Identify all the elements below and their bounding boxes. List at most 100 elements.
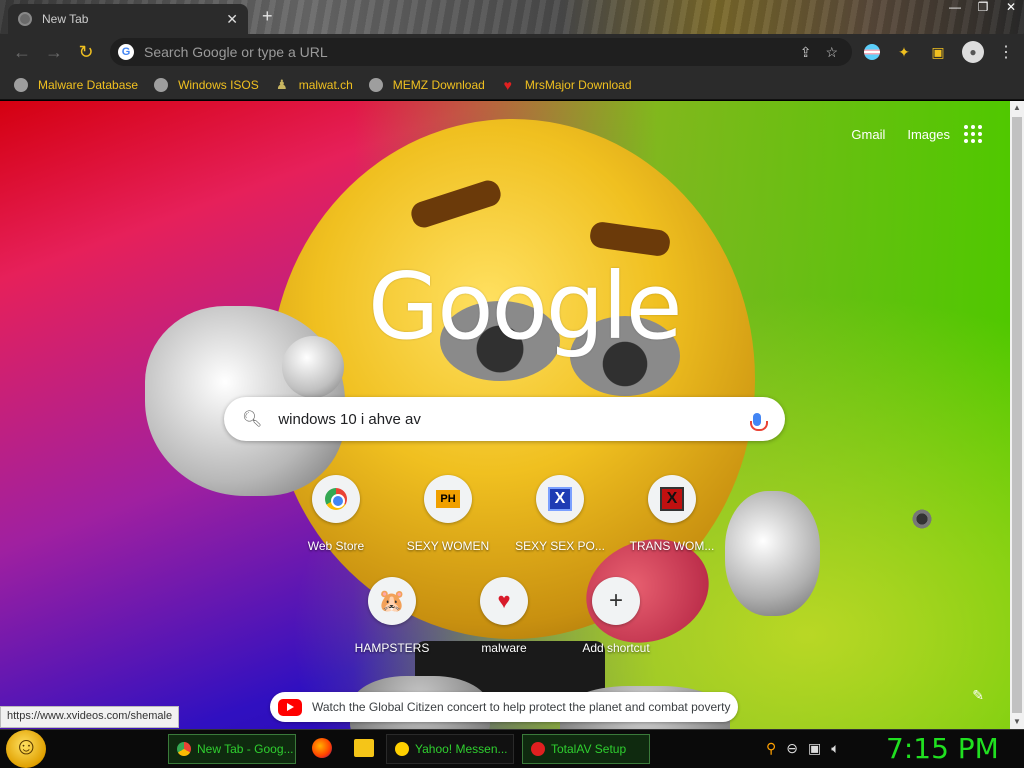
- status-url-bubble: https://www.xvideos.com/shemale: [0, 706, 180, 728]
- tab-close-icon[interactable]: ✕: [226, 11, 238, 28]
- ph-icon: PH: [436, 490, 460, 508]
- browser-toolbar: ← → ↻ G Search Google or type a URL ⇪ ☆ …: [0, 34, 1024, 70]
- add-shortcut-button[interactable]: + Add shortcut: [560, 577, 672, 655]
- shortcut-tile: 🐹: [368, 577, 416, 625]
- shortcut-label: Web Store: [307, 539, 365, 553]
- shortcuts-grid: Web Store PH SEXY WOMEN X SEXY SEX PO...…: [280, 475, 730, 679]
- promo-banner[interactable]: Watch the Global Citizen concert to help…: [270, 692, 738, 722]
- bookmark-label: Windows ISOS: [178, 77, 259, 92]
- shortcut-tile: +: [592, 577, 640, 625]
- omnibox-placeholder: Search Google or type a URL: [144, 44, 328, 60]
- shortcut-label: SEXY SEX PO...: [515, 539, 605, 553]
- firefox-icon[interactable]: [312, 738, 332, 758]
- new-tab-button[interactable]: +: [262, 6, 273, 27]
- search-box[interactable]: 🔍︎ windows 10 i ahve av: [224, 397, 785, 441]
- bookmark-malwatch[interactable]: ♟ malwat.ch: [275, 76, 353, 92]
- search-input[interactable]: windows 10 i ahve av: [278, 411, 747, 428]
- taskbar-button-chrome[interactable]: New Tab - Goog...: [168, 734, 296, 764]
- shortcut-sexy-women[interactable]: PH SEXY WOMEN: [392, 475, 504, 553]
- shortcut-trans-wom[interactable]: X TRANS WOM...: [616, 475, 728, 553]
- heart-icon: ♥: [497, 588, 511, 613]
- reload-button[interactable]: ↻: [72, 38, 100, 66]
- youtube-icon: [278, 698, 302, 716]
- shortcut-label: SEXY WOMEN: [406, 539, 490, 553]
- scrollbar-thumb[interactable]: [1012, 117, 1022, 713]
- system-tray: ⚲ ⊖ ▣ 🔈︎: [766, 740, 840, 757]
- scroll-down-icon[interactable]: ▼: [1010, 715, 1024, 729]
- customize-pencil-icon[interactable]: ✎: [972, 687, 984, 704]
- bookmark-memz-download[interactable]: MEMZ Download: [368, 77, 485, 92]
- maximize-button[interactable]: ❐: [976, 0, 990, 14]
- start-button[interactable]: [6, 730, 46, 768]
- bookmark-label: Malware Database: [38, 77, 139, 92]
- heart-icon: ♥: [503, 76, 512, 93]
- gmail-link[interactable]: Gmail: [851, 127, 885, 142]
- taskbar-clock[interactable]: 7:15 PM: [886, 732, 999, 765]
- taskbar-button-yahoo[interactable]: Yahoo! Messen...: [386, 734, 514, 764]
- yahoo-icon: [395, 742, 409, 756]
- shortcut-malware[interactable]: ♥ malware: [448, 577, 560, 655]
- hamster-icon: 🐹: [378, 588, 406, 613]
- bookmark-mrsmajor-download[interactable]: ♥ MrsMajor Download: [501, 76, 632, 93]
- bookmark-label: MEMZ Download: [392, 77, 485, 92]
- back-button[interactable]: ←: [8, 38, 36, 66]
- globe-icon: [14, 77, 28, 92]
- profile-avatar-icon[interactable]: ●: [962, 41, 984, 63]
- x-blue-icon: X: [548, 487, 572, 511]
- shortcut-tile: ♥: [480, 577, 528, 625]
- shortcut-hampsters[interactable]: 🐹 HAMPSTERS: [336, 577, 448, 655]
- shortcut-tile: X: [536, 475, 584, 523]
- page-scrollbar[interactable]: ▲ ▼: [1010, 101, 1024, 729]
- shortcut-web-store[interactable]: Web Store: [280, 475, 392, 553]
- shortcut-tile: PH: [424, 475, 472, 523]
- google-g-icon: G: [118, 44, 134, 60]
- background-character-glove-right: [725, 491, 820, 616]
- chrome-icon: [177, 742, 191, 756]
- forward-button[interactable]: →: [40, 38, 68, 66]
- bookmark-malware-database[interactable]: Malware Database: [14, 77, 139, 92]
- shortcut-label: TRANS WOM...: [629, 539, 715, 553]
- bookmark-label: MrsMajor Download: [524, 77, 632, 92]
- bookmark-star-icon[interactable]: ☆: [825, 44, 838, 61]
- images-link[interactable]: Images: [907, 127, 950, 142]
- close-window-button[interactable]: ✕: [1004, 0, 1018, 14]
- trans-flag-extension-icon[interactable]: [864, 44, 880, 60]
- extensions-puzzle-icon[interactable]: ✦: [894, 42, 914, 62]
- taskbar: New Tab - Goog... Yahoo! Messen... Total…: [0, 729, 1024, 768]
- shortcuts-row: Web Store PH SEXY WOMEN X SEXY SEX PO...…: [280, 475, 730, 553]
- tab-favicon-icon: [18, 12, 32, 26]
- totalav-icon: [531, 742, 545, 756]
- shortcut-sexy-sex-po[interactable]: X SEXY SEX PO...: [504, 475, 616, 553]
- volume-icon[interactable]: 🔈︎: [831, 740, 839, 757]
- bookmark-label: malwat.ch: [298, 77, 353, 92]
- shortcut-label: malware: [481, 641, 527, 655]
- search-icon: 🔍︎: [242, 411, 263, 428]
- shortcuts-row: 🐹 HAMPSTERS ♥ malware + Add shortcut: [280, 577, 730, 655]
- extensions-area: ✦ ▣ ● ⋮: [864, 38, 1014, 66]
- side-panel-icon[interactable]: ▣: [928, 42, 948, 62]
- taskbar-button-label: TotalAV Setup: [551, 742, 627, 756]
- tab-new-tab[interactable]: New Tab ✕: [8, 4, 248, 34]
- tab-title: New Tab: [42, 12, 89, 26]
- promo-text: Watch the Global Citizen concert to help…: [312, 700, 731, 714]
- microphone-icon[interactable]: [747, 409, 768, 431]
- globe-icon: [368, 77, 383, 92]
- omnibox[interactable]: G Search Google or type a URL ⇪ ☆: [110, 38, 852, 66]
- taskbar-button-totalav[interactable]: TotalAV Setup: [522, 734, 650, 764]
- share-icon[interactable]: ⇪: [800, 44, 812, 61]
- minimize-button[interactable]: —: [948, 0, 962, 14]
- network-icon[interactable]: ▣: [808, 740, 821, 757]
- menu-dots-icon[interactable]: ⋮: [998, 42, 1014, 62]
- title-bar: New Tab ✕ + — ❐ ✕: [0, 0, 1024, 34]
- apps-grid-icon[interactable]: [964, 125, 982, 143]
- scroll-up-icon[interactable]: ▲: [1010, 101, 1024, 115]
- google-logo: Google: [368, 253, 682, 360]
- bookmark-windows-isos[interactable]: Windows ISOS: [154, 77, 259, 92]
- folder-icon[interactable]: [354, 739, 374, 757]
- globe-icon: [154, 77, 169, 92]
- user-icon: ♟: [275, 76, 288, 92]
- search-icon[interactable]: ⚲: [766, 740, 776, 757]
- shortcut-label: Add shortcut: [582, 641, 650, 655]
- minus-circle-icon[interactable]: ⊖: [786, 740, 798, 757]
- window-controls: — ❐ ✕: [948, 0, 1018, 14]
